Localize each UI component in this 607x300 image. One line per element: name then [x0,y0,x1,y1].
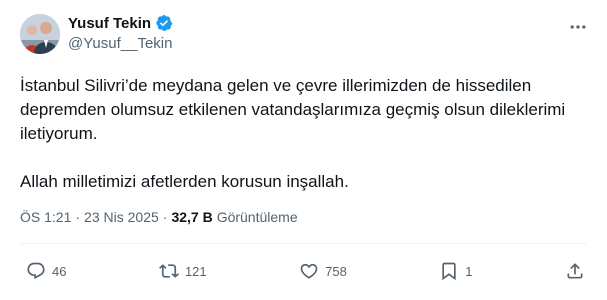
name-row: Yusuf Tekin [68,12,173,34]
more-icon [570,25,586,29]
share-button[interactable] [565,261,585,281]
like-icon [300,263,318,279]
like-button[interactable]: 758 [299,261,347,281]
share-icon [567,263,583,279]
author-handle[interactable]: @Yusuf__Tekin [68,35,173,52]
repost-button[interactable]: 121 [158,261,207,281]
bookmark-button[interactable]: 1 [439,261,473,281]
views-label: Görüntüleme [216,209,298,225]
divider [20,243,587,244]
meta-separator: · [162,209,168,225]
views-count: 32,7 B [171,209,213,225]
meta-separator: · [75,209,81,225]
tweet-paragraph: İstanbul Silivri’de meydana gelen ve çev… [20,76,566,143]
bookmark-count: 1 [465,263,473,279]
bookmark-icon [442,262,456,281]
like-count: 758 [325,263,347,279]
tweet-card: Yusuf Tekin @Yusuf__Tekin İstanbul Siliv… [0,0,607,300]
author-info: Yusuf Tekin @Yusuf__Tekin [68,12,173,53]
reply-count: 46 [52,263,67,279]
reply-icon [27,262,45,280]
post-time[interactable]: ÖS 1:21 [20,209,71,225]
repost-icon [158,264,179,278]
author-name[interactable]: Yusuf Tekin [68,15,151,32]
verified-badge-icon[interactable] [155,14,173,32]
tweet-paragraph: Allah milletimizi afetlerden korusun inş… [20,172,349,191]
post-date[interactable]: 23 Nis 2025 [84,209,159,225]
tweet-text: İstanbul Silivri’de meydana gelen ve çev… [20,74,587,194]
tweet-header: Yusuf Tekin @Yusuf__Tekin [20,12,589,60]
tweet-meta: ÖS 1:21 · 23 Nis 2025 · 32,7 B Görüntüle… [20,209,298,225]
more-button[interactable] [567,16,589,38]
repost-count: 121 [184,263,207,279]
action-bar: 46 121 758 1 [26,256,585,286]
avatar[interactable] [20,14,60,54]
reply-button[interactable]: 46 [26,261,66,281]
